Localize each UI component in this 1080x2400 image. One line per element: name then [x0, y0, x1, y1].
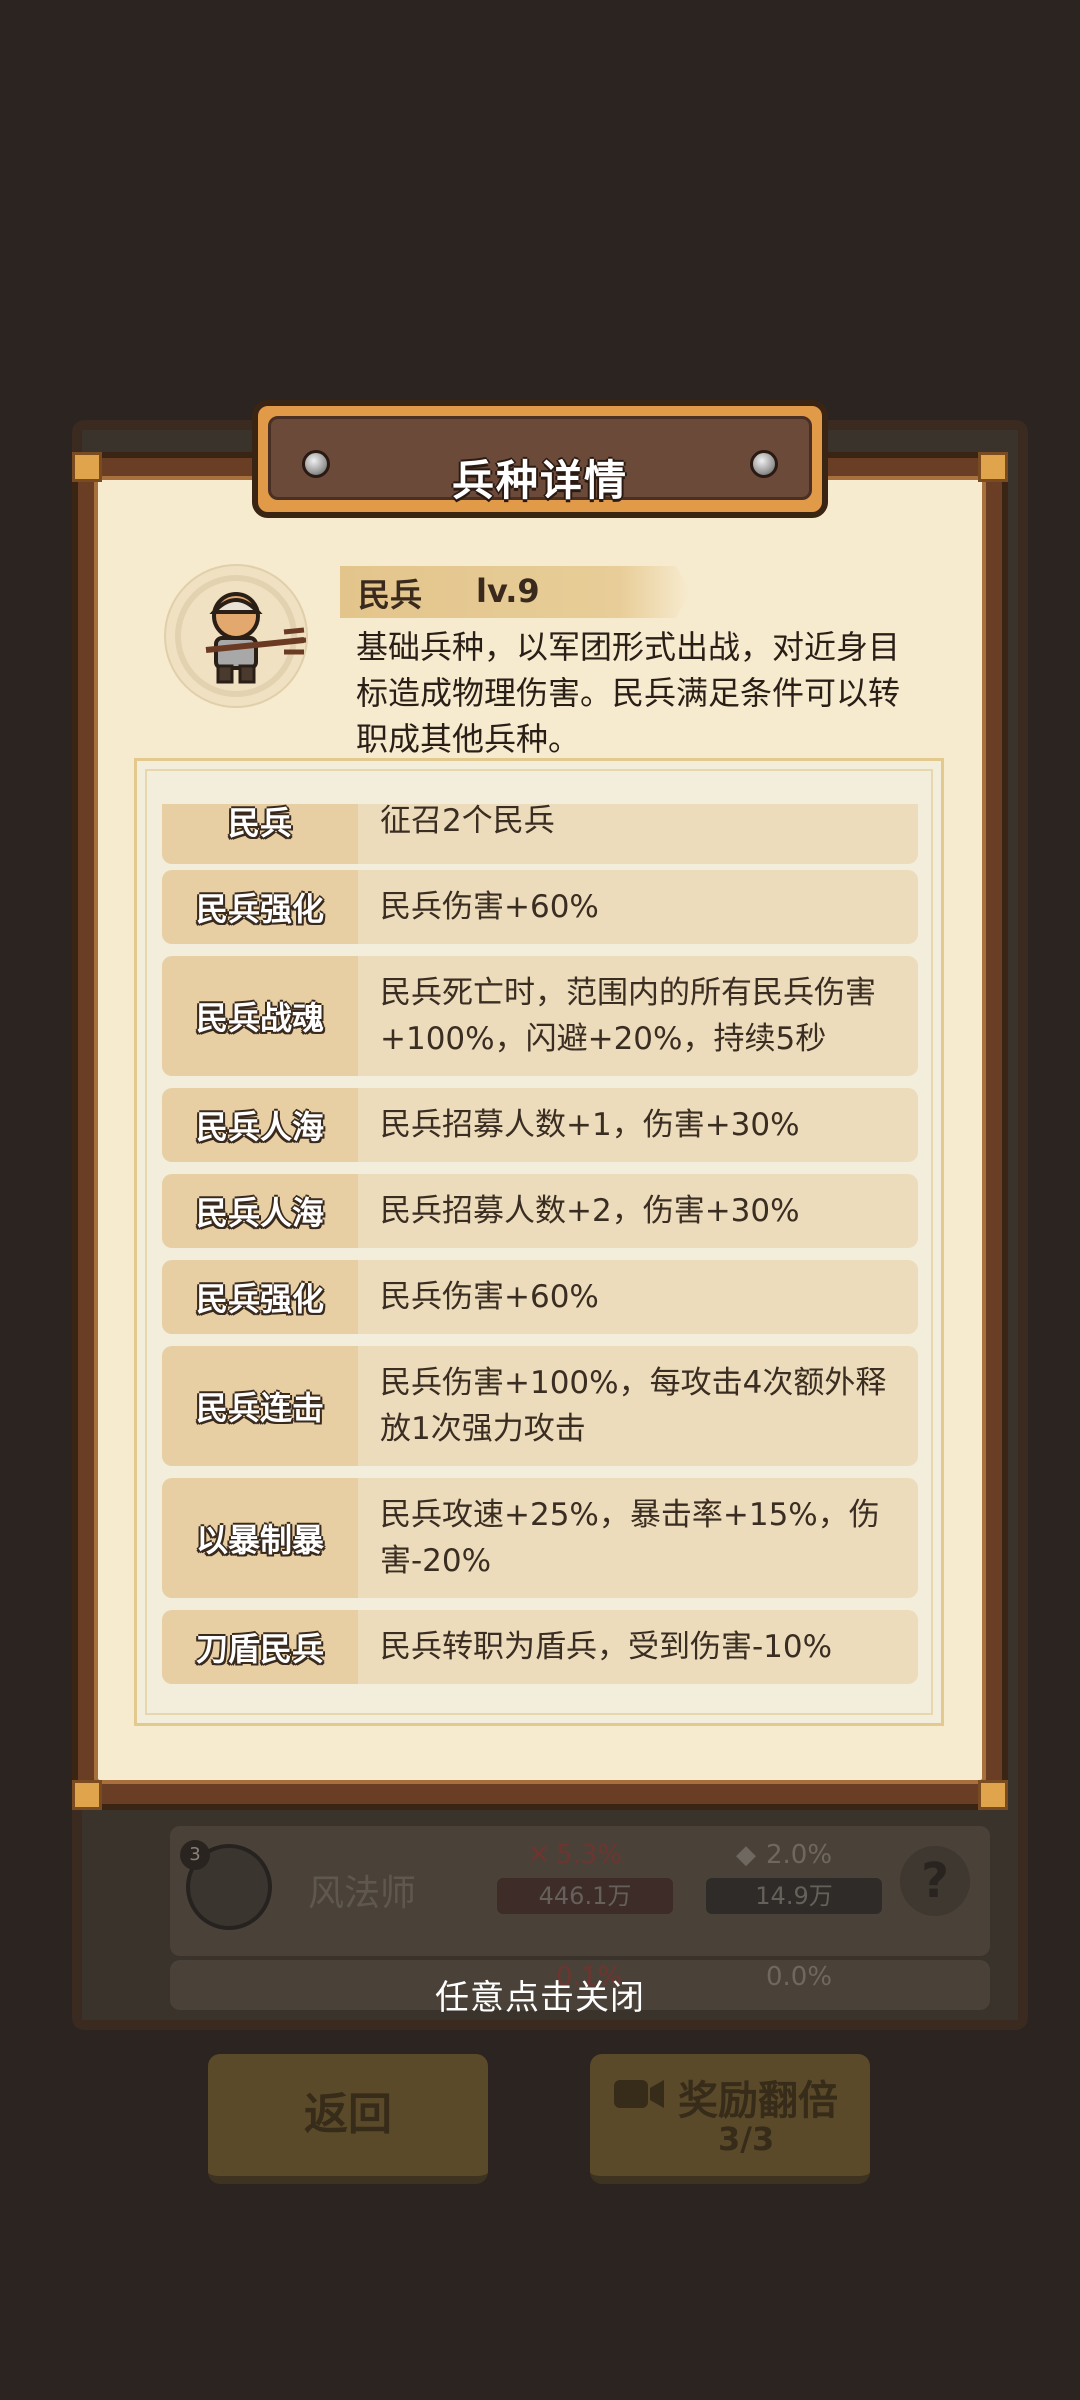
militia-avatar-icon [175, 575, 307, 697]
background-attack-pct: 5.3% [556, 1840, 623, 1870]
reward-button-count: 3/3 [718, 2120, 775, 2158]
talent-name: 民兵战魂 [162, 956, 358, 1076]
unit-name: 民兵 [358, 576, 423, 614]
talent-name: 刀盾民兵 [162, 1610, 358, 1684]
close-hint[interactable]: 任意点击关闭 [0, 1970, 1080, 2019]
background-defense-pct: 2.0% [766, 1840, 833, 1870]
talent-effect: 民兵伤害+100%，每攻击4次额外释放1次强力攻击 [358, 1346, 918, 1466]
background-attack-value: 446.1万 [497, 1878, 673, 1914]
unit-portrait [164, 564, 308, 708]
talent-row: 民兵战魂 民兵死亡时，范围内的所有民兵伤害+100%，闪避+20%，持续5秒 [162, 956, 918, 1076]
sword-icon: ✕ [528, 1840, 550, 1870]
talent-row: 民兵连击 民兵伤害+100%，每攻击4次额外释放1次强力攻击 [162, 1346, 918, 1466]
talent-row: 民兵强化 民兵伤害+60% [162, 870, 918, 944]
talent-row: 民兵强化 民兵伤害+60% [162, 1260, 918, 1334]
talent-name: 以暴制暴 [162, 1478, 358, 1598]
help-icon: ? [900, 1846, 970, 1916]
talent-row: 刀盾民兵 民兵转职为盾兵，受到伤害-10% [162, 1610, 918, 1684]
back-button[interactable]: 返回 [208, 2054, 488, 2184]
rivet-icon [302, 450, 330, 478]
talent-effect: 民兵攻速+25%，暴击率+15%，伤害-20% [358, 1478, 918, 1598]
talent-effect: 民兵招募人数+1，伤害+30% [358, 1088, 918, 1162]
talent-name: 民兵强化 [162, 870, 358, 944]
background-defense-value: 14.9万 [706, 1878, 882, 1914]
shield-icon: ◆ [736, 1840, 756, 1870]
talent-row: 民兵 征召2个民兵 [162, 804, 918, 864]
frame-corner [72, 452, 102, 482]
frame-corner [72, 1780, 102, 1810]
dialog-title: 兵种详情 [451, 456, 628, 505]
talent-name: 民兵强化 [162, 1260, 358, 1334]
talent-row: 民兵人海 民兵招募人数+1，伤害+30% [162, 1088, 918, 1162]
talent-row: 以暴制暴 民兵攻速+25%，暴击率+15%，伤害-20% [162, 1478, 918, 1598]
frame-corner [978, 1780, 1008, 1810]
talent-effect: 民兵招募人数+2，伤害+30% [358, 1174, 918, 1248]
video-camera-icon [614, 2080, 664, 2108]
talent-row: 民兵人海 民兵招募人数+2，伤害+30% [162, 1174, 918, 1248]
background-unit-level: 3 [180, 1840, 210, 1870]
unit-description: 基础兵种，以军团形式出战，对近身目标造成物理伤害。民兵满足条件可以转职成其他兵种… [356, 628, 901, 758]
background-unit-name: 风法师 [308, 1873, 417, 1914]
talent-name: 民兵人海 [162, 1088, 358, 1162]
talent-name: 民兵连击 [162, 1346, 358, 1466]
talent-name: 民兵 [162, 804, 358, 864]
rivet-icon [750, 450, 778, 478]
talent-name: 民兵人海 [162, 1174, 358, 1248]
reward-button-label: 奖励翻倍 [678, 2078, 838, 2124]
talent-effect: 民兵伤害+60% [358, 1260, 918, 1334]
talent-list[interactable]: 民兵 征召2个民兵 民兵强化 民兵伤害+60% 民兵战魂 民兵死亡时，范围内的所… [162, 804, 918, 1684]
back-button-label: 返回 [304, 2089, 392, 2140]
talent-effect: 民兵伤害+60% [358, 870, 918, 944]
title-plaque: 兵种详情 [252, 400, 828, 518]
talent-effect: 征召2个民兵 [358, 804, 918, 864]
talent-effect: 民兵死亡时，范围内的所有民兵伤害+100%，闪避+20%，持续5秒 [358, 956, 918, 1076]
frame-corner [978, 452, 1008, 482]
talent-effect: 民兵转职为盾兵，受到伤害-10% [358, 1610, 918, 1684]
unit-level: lv.9 [476, 572, 540, 610]
